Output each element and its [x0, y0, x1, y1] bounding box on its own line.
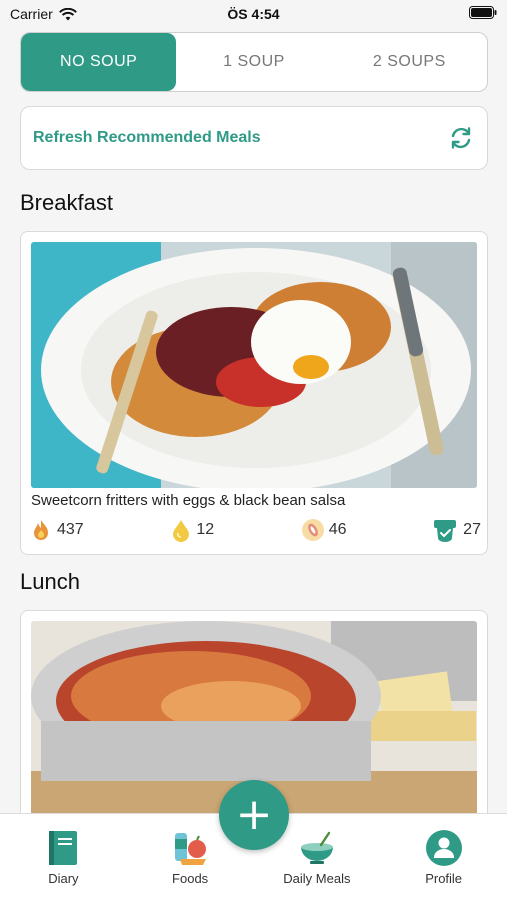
segment-1-soup[interactable]: 1 SOUP: [176, 33, 331, 91]
calories-stat: 437: [29, 518, 84, 542]
fat-value: 12: [196, 521, 215, 538]
tab-diary-label: Diary: [48, 871, 79, 886]
daily-meals-icon: [297, 828, 337, 868]
battery-icon: [469, 6, 497, 19]
protein-icon: [434, 520, 457, 542]
refresh-recommended-meals-button[interactable]: Refresh Recommended Meals: [20, 106, 488, 170]
breakfast-meal-image: [31, 242, 477, 488]
segment-no-soup[interactable]: NO SOUP: [21, 33, 177, 91]
plus-icon: +: [235, 789, 273, 840]
carrier-label: Carrier: [10, 6, 53, 22]
calories-value: 437: [57, 521, 84, 538]
protein-stat: 27: [433, 518, 481, 542]
status-bar: Carrier ÖS 4:54: [0, 0, 507, 28]
breakfast-meal-card[interactable]: Sweetcorn fritters with eggs & black bea…: [20, 231, 488, 555]
calories-icon: [34, 520, 48, 540]
fat-stat: 12: [170, 518, 214, 542]
segment-2-soups[interactable]: 2 SOUPS: [332, 33, 487, 91]
breakfast-nutrients: 437 12 46 27: [29, 518, 481, 542]
section-title-breakfast: Breakfast: [20, 190, 113, 215]
section-title-lunch: Lunch: [20, 569, 80, 594]
refresh-label: Refresh Recommended Meals: [33, 129, 261, 146]
carbs-value: 46: [328, 521, 347, 538]
breakfast-meal-name: Sweetcorn fritters with eggs & black bea…: [31, 492, 346, 509]
tab-foods-label: Foods: [172, 871, 209, 886]
profile-icon: [424, 828, 464, 868]
carbs-icon: [301, 519, 324, 541]
tab-profile-label: Profile: [425, 871, 463, 886]
foods-icon: [170, 828, 210, 868]
add-button[interactable]: +: [219, 780, 289, 850]
tab-profile[interactable]: Profile: [380, 814, 507, 900]
fat-icon: [173, 520, 190, 542]
soup-selector: NO SOUP 1 SOUP 2 SOUPS: [20, 32, 488, 92]
refresh-icon[interactable]: [447, 124, 475, 152]
tab-diary[interactable]: Diary: [0, 814, 127, 900]
protein-value: 27: [463, 521, 481, 538]
diary-icon: [43, 828, 83, 868]
wifi-icon: [58, 7, 77, 20]
carbs-stat: 46: [301, 518, 347, 542]
tab-daily-meals-label: Daily Meals: [283, 871, 351, 886]
